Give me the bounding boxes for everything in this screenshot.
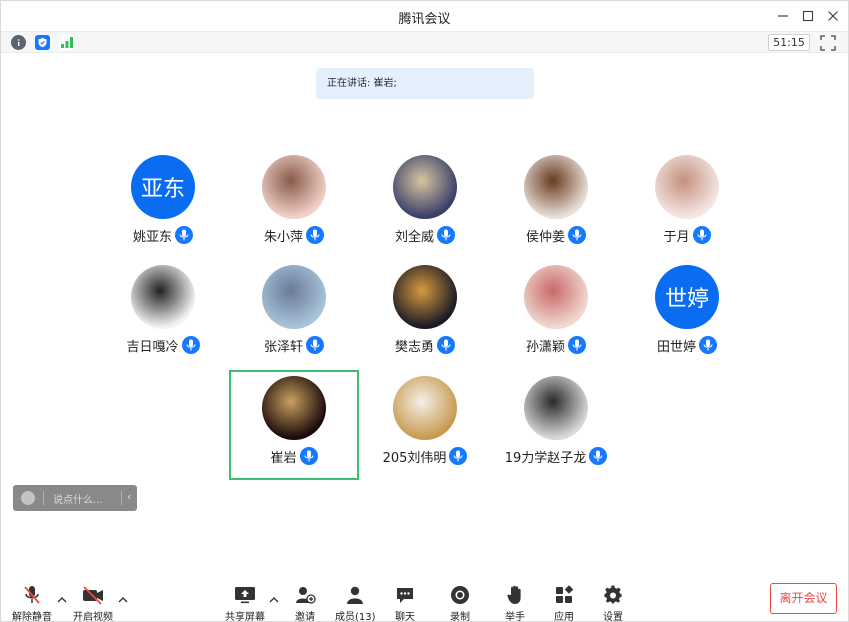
emoji-icon[interactable] [21,491,35,505]
participant-name: 姚亚东 [132,229,172,245]
leave-meeting-button[interactable]: 离开会议 [770,583,837,614]
participant-tile[interactable]: 樊志勇 [360,265,490,371]
participant-name: 刘全威 [394,229,434,245]
network-signal-icon[interactable] [59,35,74,50]
participant-avatar [524,376,588,440]
fullscreen-button[interactable] [820,35,836,51]
participant-name: 205刘伟明 [382,450,447,466]
collapse-chevron-icon[interactable]: ‹ [127,490,131,503]
share-options-chevron-icon[interactable] [268,595,280,605]
microphone-icon [181,336,200,354]
participant-name: 张泽轩 [263,339,303,355]
participant-tile[interactable]: 于月 [622,155,752,261]
microphone-icon [589,447,608,465]
chat-placeholder: 说点什么... [53,495,103,506]
window-title: 腾讯会议 [398,12,451,27]
apps-grid-icon [552,584,576,606]
video-options-chevron-icon[interactable] [117,595,129,605]
title-bar: 腾讯会议 [1,1,848,31]
record-button[interactable]: 录制 [448,584,472,622]
meeting-window: 腾讯会议 51:15 正在讲话: 崔岩; 亚东 姚亚东 朱小萍 刘全威 侯仲姜 于月 吉日嘎… [0,0,849,622]
camera-off-icon [81,584,105,606]
microphone-icon [568,226,586,244]
participant-avatar [393,376,457,440]
participant-avatar [524,265,588,329]
participant-tile[interactable]: 世婷 田世婷 [622,265,752,371]
participant-name: 田世婷 [656,339,696,355]
close-button[interactable] [823,6,843,26]
invite-button[interactable]: 邀请 [293,584,317,622]
microphone-icon [437,336,455,354]
meeting-timer: 51:15 [768,34,810,51]
unmute-button[interactable]: 解除静音 [12,584,52,622]
share-screen-button[interactable]: 共享屏幕 [225,584,265,622]
status-bar: 51:15 [1,31,848,53]
audio-options-chevron-icon[interactable] [56,595,68,605]
close-icon [828,11,838,21]
share-screen-icon [233,584,257,606]
fullscreen-icon [820,35,836,51]
participant-avatar [524,155,588,219]
participant-tile[interactable]: 吉日嘎冷 [98,265,228,371]
participant-name: 19力学赵子龙 [504,450,587,466]
participant-tile[interactable]: 孙潇颖 [491,265,621,371]
participant-name: 吉日嘎冷 [126,339,179,355]
microphone-icon [699,336,717,354]
microphone-icon [449,447,468,465]
record-icon [448,584,472,606]
members-icon [343,584,367,606]
members-button[interactable]: 成员(13) [335,584,376,622]
add-person-icon [293,584,317,606]
info-icon[interactable] [11,35,26,50]
mic-muted-icon [20,584,44,606]
participant-avatar [262,265,326,329]
microphone-icon [306,336,324,354]
participant-tile[interactable]: 刘全威 [360,155,490,261]
participant-avatar [262,376,326,440]
gear-icon [601,584,625,606]
participant-name: 朱小萍 [263,229,303,245]
participant-tile[interactable]: 19力学赵子龙 [491,376,621,482]
participant-tile[interactable]: 朱小萍 [229,155,359,261]
participant-tile[interactable]: 205刘伟明 [360,376,490,482]
microphone-icon [299,447,318,465]
participant-tile[interactable]: 侯仲姜 [491,155,621,261]
participant-avatar [393,265,457,329]
microphone-icon [437,226,455,244]
maximize-icon [802,10,814,22]
microphone-icon [306,226,324,244]
chat-bubble-icon [393,584,417,606]
participant-avatar: 亚东 [131,155,195,219]
participant-avatar [393,155,457,219]
chat-quick-input[interactable]: 说点什么... ‹ [13,485,137,511]
minimize-icon [778,15,788,17]
raise-hand-button[interactable]: 举手 [503,584,527,622]
microphone-icon [692,226,711,244]
minimize-button[interactable] [773,6,793,26]
participant-avatar: 世婷 [655,265,719,329]
participant-name: 樊志勇 [394,339,434,355]
participant-avatar [131,265,195,329]
hand-icon [503,584,527,606]
settings-button[interactable]: 设置 [601,584,625,622]
participant-tile[interactable]: 崔岩 [229,376,359,482]
microphone-icon [568,336,586,354]
security-shield-icon[interactable] [35,35,50,50]
participant-tile[interactable]: 亚东 姚亚东 [98,155,228,261]
start-video-button[interactable]: 开启视频 [73,584,113,622]
participant-avatar [262,155,326,219]
participant-tile[interactable]: 张泽轩 [229,265,359,371]
participant-name: 侯仲姜 [525,229,565,245]
participant-avatar [655,155,719,219]
participant-name: 崔岩 [270,450,297,466]
participant-name: 孙潇颖 [525,339,565,355]
apps-button[interactable]: 应用 [552,584,576,622]
maximize-button[interactable] [798,6,818,26]
participant-name: 于月 [663,229,690,245]
microphone-icon [175,226,193,244]
active-speaker-banner: 正在讲话: 崔岩; [316,68,534,99]
chat-button[interactable]: 聊天 [393,584,417,622]
